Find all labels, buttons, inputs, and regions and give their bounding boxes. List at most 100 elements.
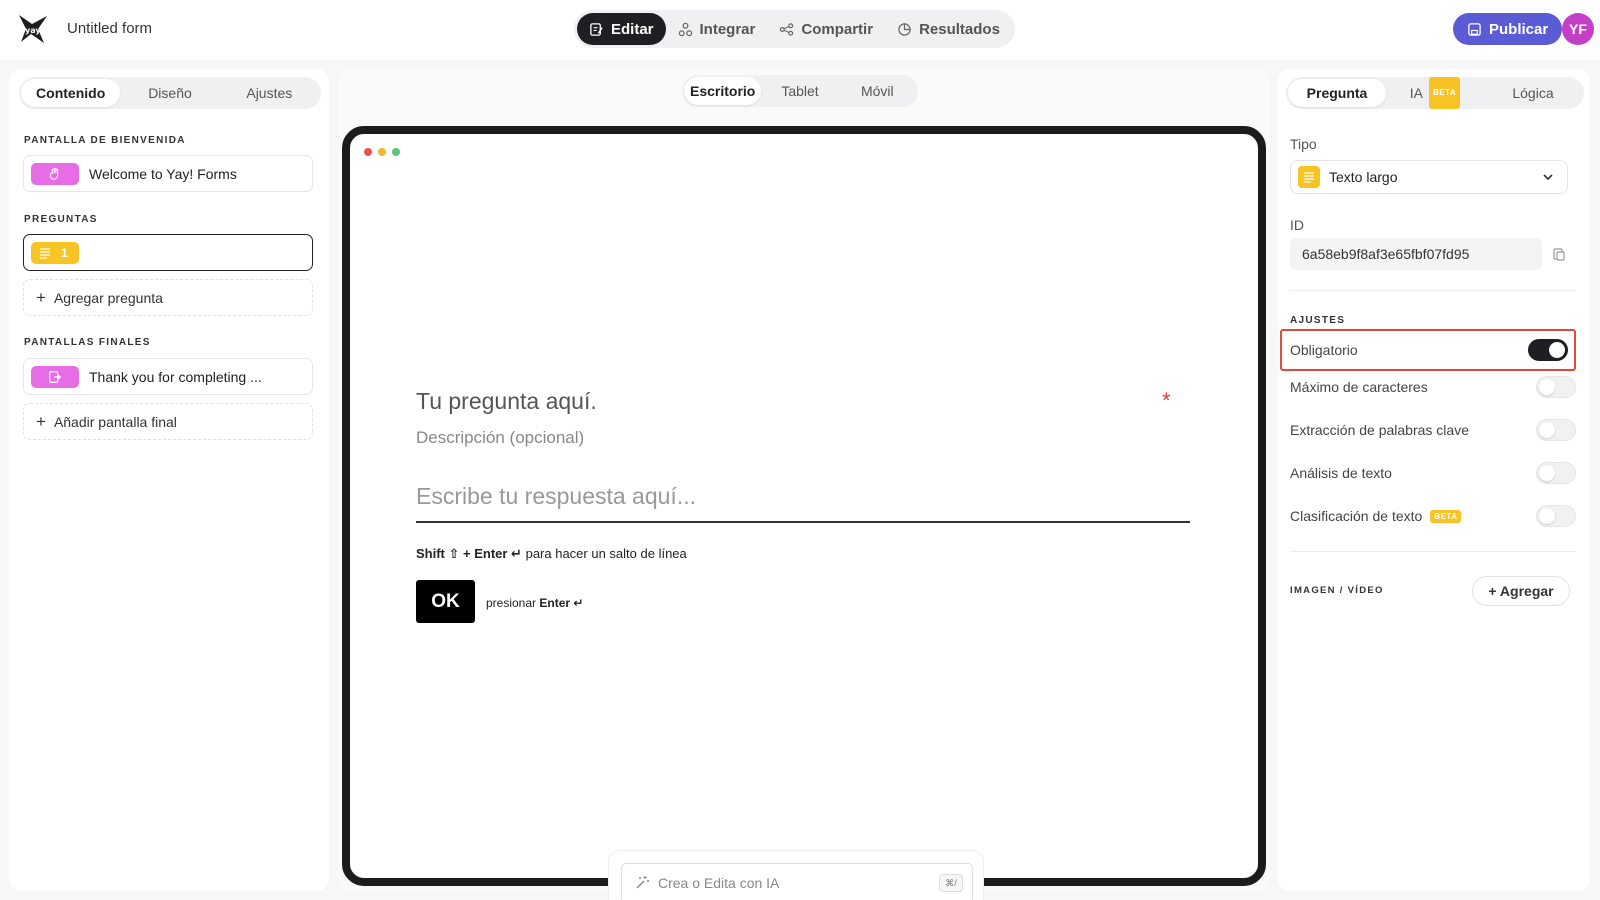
press-prefix: presionar xyxy=(486,596,537,610)
long-text-icon xyxy=(1298,166,1320,188)
tab-logic[interactable]: Lógica xyxy=(1484,79,1582,107)
question-title[interactable]: Tu pregunta aquí. xyxy=(416,388,597,415)
settings-section-label: AJUSTES xyxy=(1290,315,1346,326)
id-label: ID xyxy=(1290,217,1304,233)
questions-section-label: PREGUNTAS xyxy=(24,214,98,225)
ai-shortcut: ⌘/ xyxy=(939,874,963,892)
hint-enter: + Enter ↵ xyxy=(463,546,522,561)
close-dot-icon xyxy=(364,148,372,156)
end-screen-item[interactable]: Thank you for completing ... xyxy=(23,358,313,395)
left-tabs: Contenido Diseño Ajustes xyxy=(19,77,321,109)
beta-badge: BETA xyxy=(1429,77,1461,109)
exit-icon xyxy=(31,365,79,388)
minimize-dot-icon xyxy=(378,148,386,156)
device-tabs: Escritorio Tablet Móvil xyxy=(682,75,918,107)
answer-input[interactable] xyxy=(416,479,1190,523)
welcome-screen-item[interactable]: Welcome to Yay! Forms xyxy=(23,155,313,192)
keyword-toggle[interactable] xyxy=(1536,419,1576,441)
edit-icon xyxy=(590,22,603,36)
copy-icon[interactable] xyxy=(1551,246,1567,262)
add-question-label: Agregar pregunta xyxy=(53,289,163,306)
nav-results[interactable]: Resultados xyxy=(885,13,1012,45)
add-media-button[interactable]: + Agregar xyxy=(1472,576,1570,606)
setting-text-analysis[interactable]: Análisis de texto xyxy=(1290,458,1576,488)
add-end-label: Añadir pantalla final xyxy=(53,413,177,430)
setting-keyword-extraction[interactable]: Extracción de palabras clave xyxy=(1290,415,1576,445)
content-panel: Contenido Diseño Ajustes PANTALLA DE BIE… xyxy=(9,69,329,891)
welcome-section-label: PANTALLA DE BIENVENIDA xyxy=(24,135,186,146)
tab-ai[interactable]: IA BETA xyxy=(1386,77,1484,109)
tab-content[interactable]: Contenido xyxy=(21,79,121,107)
tab-design[interactable]: Diseño xyxy=(120,79,219,107)
type-value: Texto largo xyxy=(1329,169,1398,185)
publish-label: Publicar xyxy=(1489,20,1549,38)
classification-toggle[interactable] xyxy=(1536,505,1576,527)
save-icon xyxy=(1468,22,1481,36)
question-description[interactable]: Descripción (opcional) xyxy=(416,428,584,448)
properties-panel: Pregunta IA BETA Lógica Tipo Texto largo… xyxy=(1278,69,1590,891)
share-icon xyxy=(780,22,794,36)
max-chars-toggle[interactable] xyxy=(1536,376,1576,398)
ai-input[interactable]: Crea o Edita con IA ⌘/ xyxy=(621,863,973,900)
media-section-label: IMAGEN / VÍDEO xyxy=(1290,585,1384,596)
type-select[interactable]: Texto largo xyxy=(1290,160,1568,194)
long-text-icon: 1 xyxy=(31,241,79,264)
device-frame: Tu pregunta aquí. * Descripción (opciona… xyxy=(342,126,1266,900)
maximize-dot-icon xyxy=(392,148,400,156)
tab-desktop[interactable]: Escritorio xyxy=(684,77,762,105)
setting-max-chars[interactable]: Máximo de caracteres xyxy=(1290,372,1576,402)
add-end-screen-button[interactable]: + Añadir pantalla final xyxy=(23,403,313,440)
press-key: Enter ↵ xyxy=(539,596,584,610)
ai-command-box: Crea o Edita con IA ⌘/ xyxy=(608,850,984,900)
hint-shift: Shift ⇧ xyxy=(416,546,460,561)
nav-share[interactable]: Compartir xyxy=(767,13,885,45)
press-enter-hint: presionar Enter ↵ xyxy=(486,596,583,610)
tab-question[interactable]: Pregunta xyxy=(1288,79,1386,107)
analysis-toggle[interactable] xyxy=(1536,462,1576,484)
setting-keyword-label: Extracción de palabras clave xyxy=(1290,422,1469,438)
publish-button[interactable]: Publicar xyxy=(1453,13,1563,45)
plus-icon: + xyxy=(36,411,46,431)
preview-panel: Escritorio Tablet Móvil Tu pregunta aquí… xyxy=(338,69,1270,900)
ok-button[interactable]: OK xyxy=(416,580,475,623)
type-label: Tipo xyxy=(1290,136,1317,152)
nav-edit[interactable]: Editar xyxy=(577,13,666,45)
hand-icon xyxy=(31,162,79,185)
id-field[interactable]: 6a58eb9f8af3e65fbf07fd95 xyxy=(1290,238,1542,270)
integrate-icon xyxy=(678,22,692,36)
hint-text: para hacer un salto de línea xyxy=(525,546,687,561)
add-question-button[interactable]: + Agregar pregunta xyxy=(23,279,313,316)
setting-required[interactable]: Obligatorio xyxy=(1280,329,1576,371)
tab-ai-label: IA xyxy=(1409,85,1424,101)
setting-required-label: Obligatorio xyxy=(1290,342,1358,358)
ai-placeholder: Crea o Edita con IA xyxy=(658,875,780,891)
setting-analysis-label: Análisis de texto xyxy=(1290,465,1392,481)
tab-tablet[interactable]: Tablet xyxy=(761,77,838,105)
question-item[interactable]: 1 xyxy=(23,234,313,271)
form-title[interactable]: Untitled form xyxy=(67,20,152,37)
main-nav: Editar Integrar Compartir Resultados xyxy=(574,10,1015,48)
yay-logo-icon[interactable]: yay xyxy=(16,12,50,46)
line-break-hint: Shift ⇧ + Enter ↵ para hacer un salto de… xyxy=(416,546,687,562)
top-bar: yay Untitled form Editar Integrar Compar… xyxy=(0,0,1600,60)
divider xyxy=(1290,290,1576,291)
plus-icon: + xyxy=(36,287,46,307)
nav-integrate-label: Integrar xyxy=(699,20,756,38)
right-tabs: Pregunta IA BETA Lógica xyxy=(1286,77,1584,109)
avatar[interactable]: YF xyxy=(1562,13,1594,45)
required-asterisk: * xyxy=(1162,388,1171,413)
setting-classification-label: Clasificación de texto xyxy=(1290,508,1423,524)
end-item-label: Thank you for completing ... xyxy=(89,368,262,385)
tab-settings[interactable]: Ajustes xyxy=(220,79,319,107)
setting-text-classification[interactable]: Clasificación de texto BETA xyxy=(1290,501,1576,531)
nav-results-label: Resultados xyxy=(919,20,1000,38)
setting-max-chars-label: Máximo de caracteres xyxy=(1290,379,1428,395)
beta-badge: BETA xyxy=(1430,509,1462,523)
question-number: 1 xyxy=(61,245,68,260)
nav-integrate[interactable]: Integrar xyxy=(666,13,768,45)
divider xyxy=(1290,551,1576,552)
required-toggle[interactable] xyxy=(1528,339,1568,361)
tab-mobile[interactable]: Móvil xyxy=(839,77,916,105)
results-icon xyxy=(898,22,911,36)
nav-share-label: Compartir xyxy=(801,20,874,38)
